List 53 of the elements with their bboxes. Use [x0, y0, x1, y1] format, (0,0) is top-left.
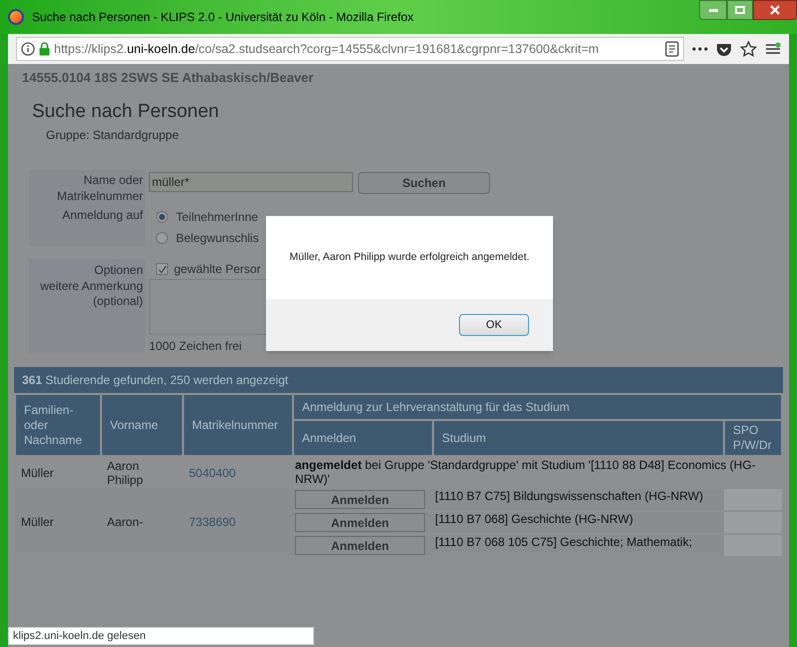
radio-label: Belegwunschlis: [176, 230, 259, 247]
column-header: Vorname: [101, 394, 183, 456]
label-cell: weitere Anmerkung (optional): [29, 279, 145, 353]
star-icon[interactable]: [740, 41, 757, 57]
radio-label: TeilnehmerInne: [176, 209, 258, 226]
reader-view-icon[interactable]: [665, 41, 679, 57]
column-header: Anmeldung zur Lehrveranstaltung für das Studium: [293, 394, 782, 420]
radio-button[interactable]: [156, 232, 168, 244]
table-cell: [1110 B7 068 105 C75] Geschichte; Mathematik;: [433, 534, 724, 556]
ok-button[interactable]: OK: [459, 314, 529, 336]
register-button[interactable]: Anmelden: [295, 490, 425, 509]
lock-icon: [39, 42, 50, 56]
status-bar: klips2.uni-koeln.de gelesen: [8, 627, 314, 645]
column-header: Matrikelnummer: [183, 394, 293, 456]
page-heading: Suche nach Personen: [31, 100, 220, 124]
radio-button[interactable]: [156, 211, 168, 223]
register-button[interactable]: Anmelden: [295, 513, 425, 532]
results-summary: 361 Studierende gefunden, 250 werden angezeigt: [14, 367, 783, 393]
more-icon[interactable]: [692, 47, 708, 51]
pocket-icon[interactable]: [716, 42, 732, 56]
option-label: gewählte Persor: [174, 261, 261, 278]
checkbox[interactable]: [156, 263, 168, 275]
group-label: Gruppe: Standardgruppe: [45, 127, 180, 144]
column-header: Familien- oder Nachname: [15, 394, 101, 456]
label-cell: Optionen: [29, 259, 145, 279]
maximize-button[interactable]: [727, 0, 753, 20]
window-title: Suche nach Personen - KLIPS 2.0 - Universität zu Köln - Mozilla Firefox: [32, 9, 414, 26]
menu-icon[interactable]: [765, 42, 781, 56]
name-input[interactable]: müller*: [149, 172, 353, 192]
column-header: SPO P/W/Dr: [724, 420, 782, 456]
label-cell: Anmeldung auf: [29, 204, 145, 246]
register-button[interactable]: Anmelden: [295, 536, 425, 555]
table-cell: Aaron-: [101, 488, 183, 556]
status-text: angemeldet bei Gruppe 'Standardgruppe' mit Studium '[1110 88 D48] Economics (HG-NRW)': [293, 456, 782, 488]
course-title: 14555.0104 18S 2SWS SE Athabaskisch/Beaver: [21, 69, 314, 87]
label-cell: Name oder Matrikelnummer: [29, 170, 145, 204]
close-icon: [770, 5, 780, 15]
address-field[interactable]: https://klips2.uni-koeln.de/co/sa2.studsearch?corg=14555&clvnr=191681&cgrpnr=137600&ckrit=m: [16, 37, 684, 61]
close-button[interactable]: [753, 0, 797, 20]
search-button[interactable]: Suchen: [358, 172, 490, 194]
info-icon: [21, 42, 35, 56]
url-text: https://klips2.uni-koeln.de/co/sa2.studsearch?corg=14555&clvnr=191681&cgrpnr=137600&ckrit=m: [54, 40, 599, 58]
minimize-button[interactable]: [699, 0, 727, 20]
table-cell: Müller: [15, 456, 101, 488]
matrikel-link[interactable]: 7338690: [183, 488, 293, 556]
dialog-message: Müller, Aaron Philipp wurde erfolgreich angemeldet.: [288, 250, 530, 265]
matrikel-link[interactable]: 5040400: [183, 456, 293, 488]
browser-logo-icon: [8, 9, 24, 25]
table-cell: Aaron Philipp: [101, 456, 183, 488]
column-header: Studium: [433, 420, 724, 456]
chars-free-text: 1000 Zeichen frei: [149, 338, 243, 355]
column-header: Anmelden: [293, 420, 433, 456]
table-cell: Müller: [15, 488, 101, 556]
